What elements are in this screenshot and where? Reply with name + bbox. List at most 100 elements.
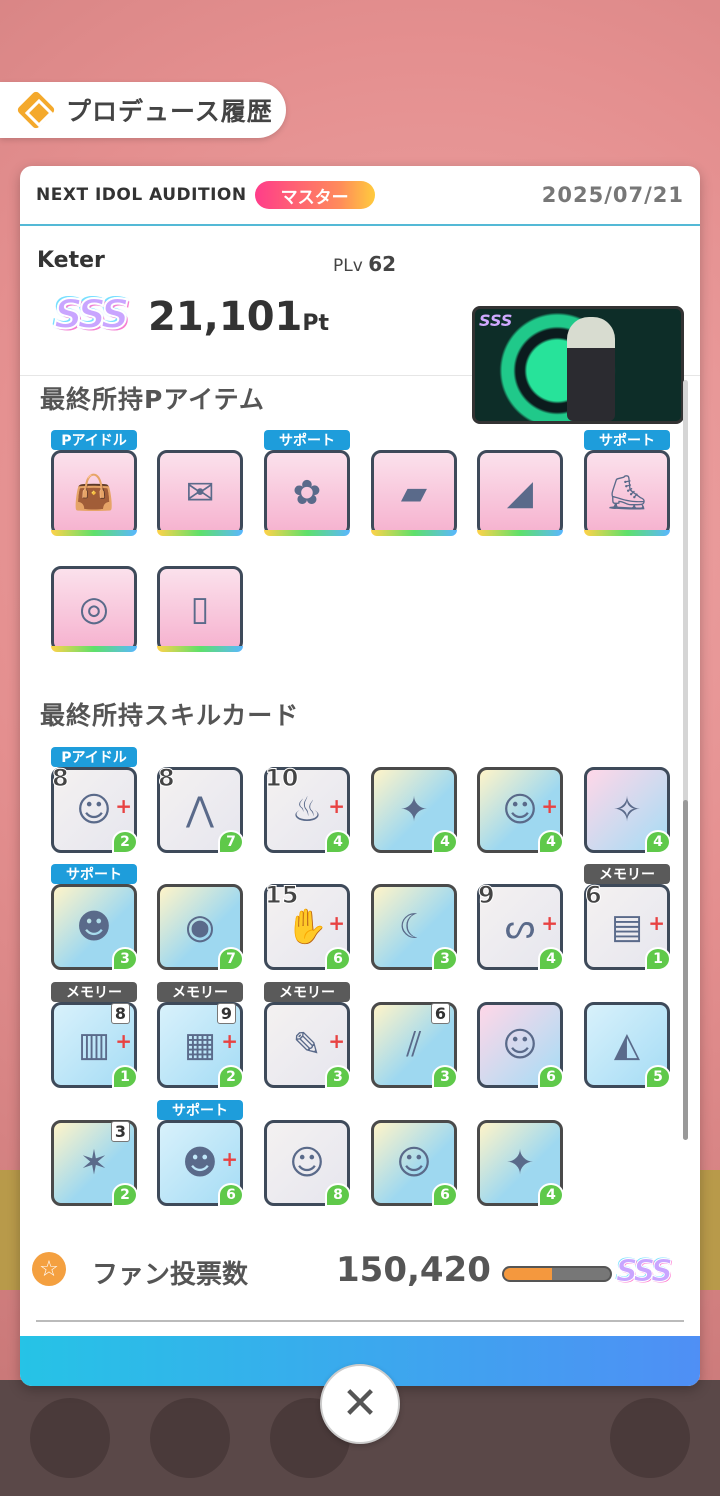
card-cost: 4 [325,830,351,854]
sparkle-icon: ✦ [399,790,429,830]
skill-card[interactable]: ◉ 7 [157,884,244,971]
p-item[interactable]: ◢ [477,450,563,536]
p-item[interactable]: ✿ [264,450,350,536]
star-sparkle-icon: ✧ [612,790,642,830]
star-icon: ☆ [32,1252,66,1286]
skill-card[interactable]: 8 ▥ +1 [51,1002,138,1089]
fan-votes-progress [502,1266,612,1282]
scrollbar-thumb[interactable] [683,800,688,1140]
history-scroll-area[interactable]: 最終所持Pアイテム Pアイドル 👜 ✉ サポート ✿ ▰ ◢ サポート ⛸ ◎ … [20,378,700,1386]
upgraded-plus-icon: + [541,794,558,818]
score-unit: Pt [302,311,329,336]
phone-case-icon: ▯ [190,589,210,629]
skill-card[interactable]: 15 ✋ +6 [264,881,351,971]
skill-card[interactable]: ☾ 3 [371,884,458,971]
skill-card[interactable]: ✦ 4 [371,767,458,854]
spotlight-icon: ◭ [613,1025,641,1065]
skill-card[interactable]: ☺ 6 [477,1002,564,1089]
crescent-icon: ☾ [398,907,430,947]
audition-name: NEXT IDOL AUDITION [36,185,247,205]
p-item[interactable]: ▰ [371,450,457,536]
hand-icon: ✋ [285,907,329,947]
card-cost: 6 [432,1183,458,1207]
final-score: 21,101Pt [148,294,329,340]
fan-rank-badge: SSS [616,1254,674,1290]
scrollbar[interactable] [683,380,688,1140]
item-badge: サポート [584,430,670,450]
skill-card[interactable]: ✦ 4 [477,1120,564,1207]
skill-card[interactable]: 6 ▤ +1 [584,881,671,971]
upgraded-plus-icon: + [328,911,345,935]
handshake-icon: ◉ [185,907,215,947]
skill-card[interactable]: ✎ +3 [264,1002,351,1089]
nia-tote-bag-icon: ▰ [400,473,428,513]
skill-card[interactable]: ☻ 3 [51,884,138,971]
page-title: プロデュース履歴 [66,97,273,126]
card-enhance-count: 8 [158,764,176,793]
card-cost: 3 [432,1065,458,1089]
skill-card[interactable]: 9 ▦ +2 [157,1002,244,1089]
card-enhance-count: 9 [478,881,496,910]
p-item[interactable]: ▯ [157,566,243,652]
p-item[interactable]: ◎ [51,566,137,652]
skill-card[interactable]: 6 ⫽ 3 [371,1002,458,1089]
memory-scene-icon: ▥ [77,1025,111,1065]
skill-card[interactable]: ☺ 6 [371,1120,458,1207]
pink-bottle-icon: ◢ [506,473,534,513]
card-badge: サポート [51,864,137,884]
skill-card[interactable]: 8 ☺ +2 [51,764,138,854]
upgraded-plus-icon: + [648,911,665,935]
plv-label: PLv [333,256,363,276]
skill-card[interactable]: ☺ +4 [477,767,564,854]
player-name: Keter [37,248,105,273]
fan-votes-progress-fill [504,1268,552,1280]
upgraded-plus-icon: + [221,1147,238,1171]
card-cost: 7 [218,830,244,854]
memory-stage-icon: ▦ [183,1025,217,1065]
nav-menu-icon [610,1398,690,1478]
card-badge: メモリー [157,982,243,1002]
plv-value: 62 [368,252,397,276]
skate-shoes-icon: ⛸ [605,473,649,513]
card-cost: 2 [218,1065,244,1089]
produce-date: 2025/07/21 [541,183,684,207]
card-enhance-count: 6 [585,881,603,910]
skill-card[interactable]: ☻ +6 [157,1120,244,1207]
skill-card[interactable]: 10 ♨ +4 [264,764,351,854]
penlight-icon: ⫽ [406,1025,422,1065]
nav-home-icon [30,1398,110,1478]
produce-history-icon [16,90,56,130]
skill-card[interactable]: ✧ 4 [584,767,671,854]
upgraded-plus-icon: + [221,1029,238,1053]
skill-card[interactable]: ◭ 5 [584,1002,671,1089]
card-cost: 8 [325,1183,351,1207]
score-value: 21,101 [148,294,303,340]
thumbnail-rank: SSS [479,311,513,330]
rank-badge: SSS [53,291,131,339]
card-cost: 3 [432,947,458,971]
p-item[interactable]: 👜 [51,450,137,536]
card-cost: 4 [645,830,671,854]
card-enhance-count: 9 [216,1003,236,1024]
card-enhance-count: 8 [52,764,70,793]
sparkle-hand-icon: ✶ [79,1143,109,1183]
p-item[interactable]: ✉ [157,450,243,536]
card-cost: 6 [325,947,351,971]
bracelet-icon: ◎ [79,589,109,629]
skills-section-title: 最終所持スキルカード [40,701,300,730]
close-icon: ✕ [341,1378,379,1429]
card-cost: 4 [432,830,458,854]
fan-votes-value: 150,420 [336,1250,491,1290]
skill-card[interactable]: 9 ᔕ +4 [477,881,564,971]
flame-icon: ♨ [291,790,323,830]
card-badge: サポート [157,1100,243,1120]
nia-pouch-icon: ✉ [185,473,215,513]
card-cost: 3 [325,1065,351,1089]
skill-card[interactable]: 3 ✶ 2 [51,1120,138,1207]
skill-card[interactable]: ☺ 8 [264,1120,351,1207]
arrows-icon: ⋀ [186,790,214,830]
p-item[interactable]: ⛸ [584,450,670,536]
card-cost: 7 [218,947,244,971]
close-button[interactable]: ✕ [320,1364,400,1444]
skill-card[interactable]: 8 ⋀ 7 [157,764,244,854]
